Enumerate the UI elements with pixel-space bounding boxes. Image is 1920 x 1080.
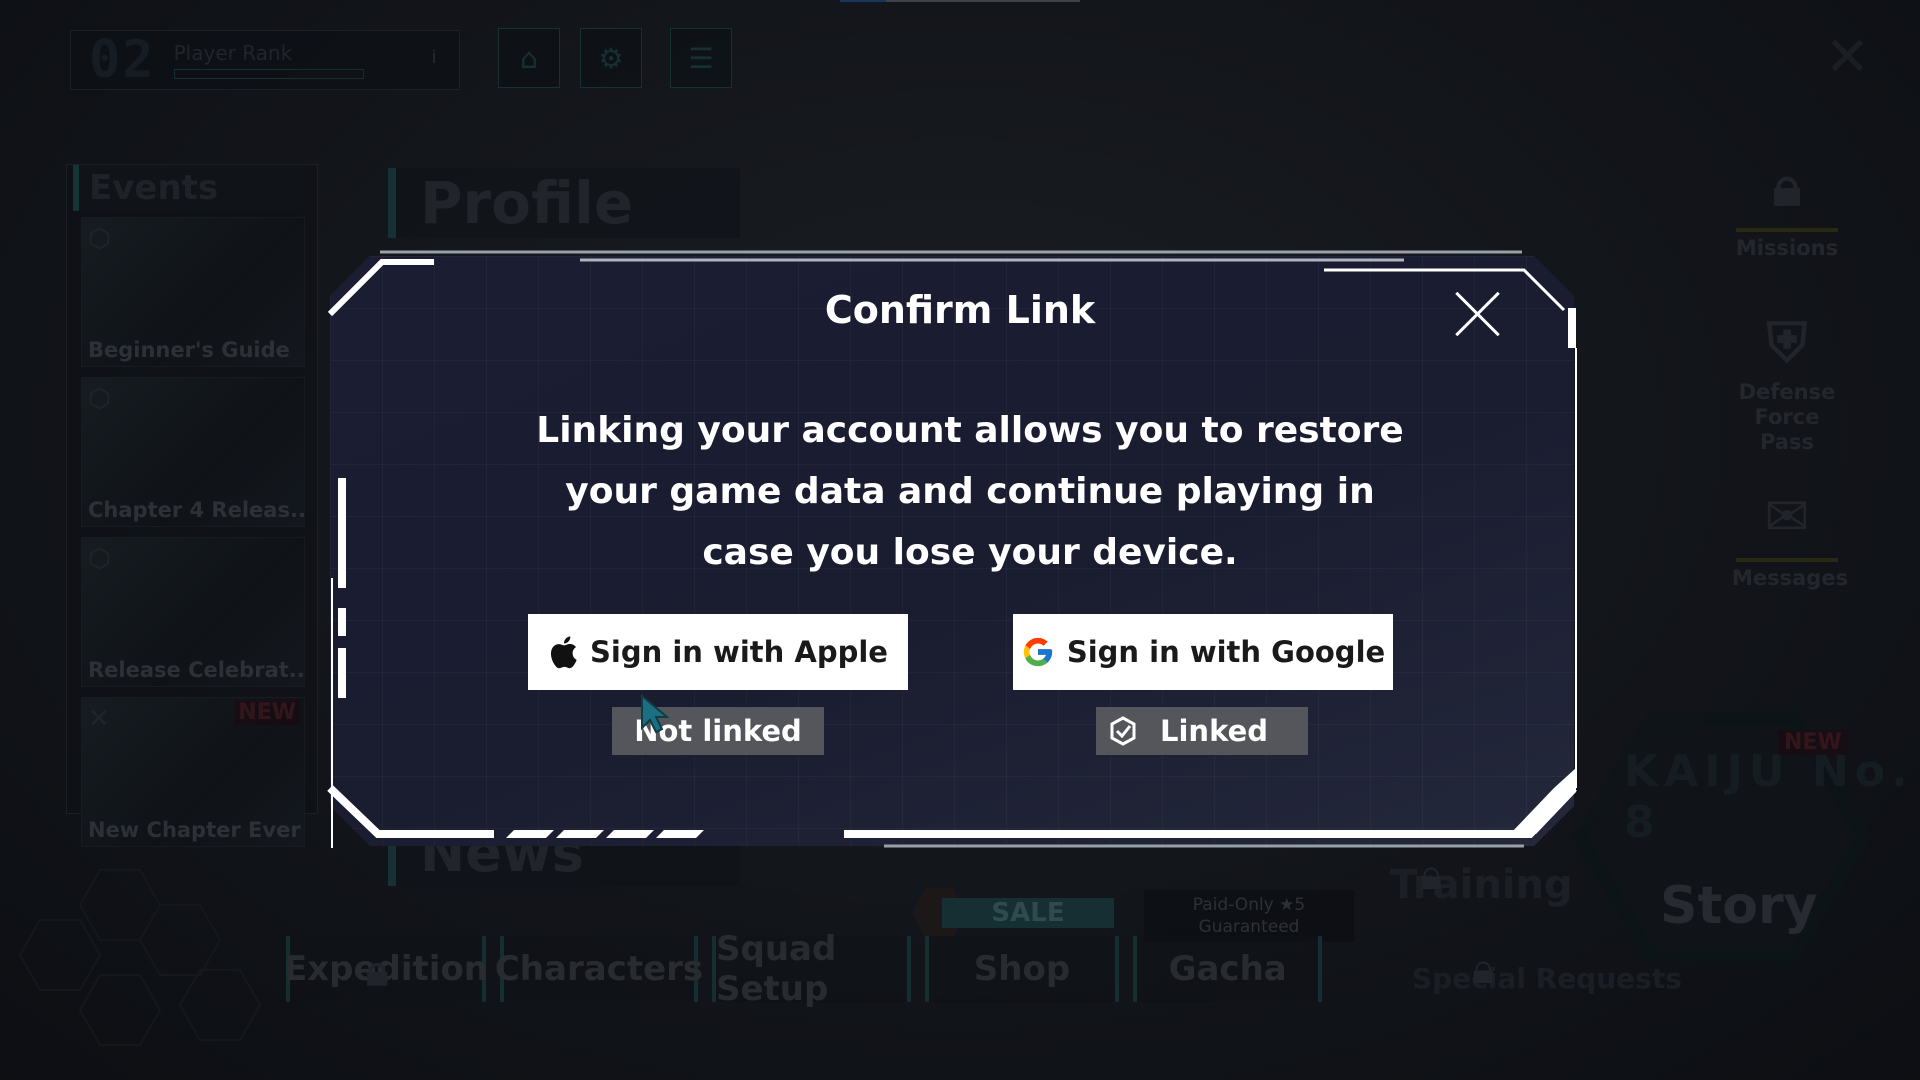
tab-profile[interactable]: Profile <box>388 168 740 238</box>
sidebar-label: Messages <box>1732 566 1849 590</box>
lock-icon: 🔒︎ <box>1772 155 1802 218</box>
nav-gacha[interactable]: Gacha <box>1133 936 1322 1002</box>
check-shield-icon <box>1110 716 1136 746</box>
hex-decoration <box>18 869 262 1046</box>
info-icon[interactable]: i <box>421 47 447 73</box>
mail-icon: ✉ <box>1764 485 1810 548</box>
crossed-swords-icon: ✕ <box>88 704 110 734</box>
events-panel: Events ⬡ Beginner's Guide ⬡ Chapter 4 Re… <box>66 164 318 847</box>
home-icon[interactable]: ⌂ <box>498 28 560 88</box>
cube-icon: ⬡ <box>88 224 111 254</box>
sign-in-apple-button[interactable]: Sign in with Apple <box>528 614 908 690</box>
sidebar-label: Missions <box>1735 236 1839 260</box>
sidebar-item-missions[interactable]: 🔒︎ Missions <box>1732 150 1842 261</box>
loading-progress-bar <box>840 0 1080 2</box>
event-card[interactable]: ⬡ Release Celebrat... <box>81 537 305 687</box>
apple-icon <box>548 635 578 669</box>
new-badge: NEW <box>1778 730 1848 755</box>
gear-icon[interactable]: ⚙ <box>580 28 642 88</box>
close-icon[interactable]: ✕ <box>1825 30 1870 84</box>
event-label: Beginner's Guide <box>88 338 290 362</box>
sidebar-item-messages[interactable]: ✉ Messages <box>1732 480 1849 591</box>
training-button[interactable]: Training <box>1390 862 1573 908</box>
google-link-status: Linked <box>1096 707 1308 755</box>
button-label: Sign in with Apple <box>590 635 888 669</box>
player-rank-number: 02 <box>89 30 156 90</box>
dialog-message: Linking your account allows you to resto… <box>536 410 1404 573</box>
nav-shop[interactable]: Shop <box>924 936 1120 1002</box>
rank-exp-bar <box>173 69 364 79</box>
player-rank-label: Player Rank <box>173 41 293 65</box>
special-requests-button[interactable]: Special Requests <box>1412 962 1682 995</box>
nav-squad-setup[interactable]: Squad Setup <box>712 929 911 1009</box>
new-badge: NEW <box>234 700 300 725</box>
event-card[interactable]: ⬡ Chapter 4 Releas... <box>81 377 305 527</box>
event-label: New Chapter Ever <box>88 818 301 842</box>
events-title: Events <box>73 165 303 211</box>
cursor-icon <box>641 694 670 734</box>
story-label: Story <box>1660 876 1818 936</box>
cube-icon: ⬡ <box>88 544 111 574</box>
event-label: Release Celebrat... <box>88 658 305 682</box>
lock-icon: 🔒︎ <box>1472 944 1495 993</box>
player-rank-box[interactable]: 02 Player Rank i <box>70 30 460 90</box>
kaiju-logo: KAIJU No. 8 <box>1624 746 1914 848</box>
lock-icon: 🔒︎ <box>366 946 389 995</box>
nav-characters[interactable]: Characters <box>495 936 703 1002</box>
cube-icon: ⬡ <box>88 384 111 414</box>
lock-icon: 🔒︎ <box>1420 850 1443 899</box>
event-label: Chapter 4 Releas... <box>88 498 305 522</box>
sign-in-google-button[interactable]: Sign in with Google <box>1013 614 1393 690</box>
event-card[interactable]: ✕ NEW New Chapter Ever <box>81 697 305 847</box>
sidebar-label: Defense Force Pass <box>1738 380 1836 454</box>
button-label: Sign in with Google <box>1066 635 1386 669</box>
bottom-nav: Expedition 🔒︎ Characters Squad Setup Sho… <box>284 929 1336 1009</box>
dialog-title: Confirm Link <box>824 288 1096 332</box>
sale-badge: SALE <box>942 898 1114 928</box>
google-icon <box>1021 635 1055 669</box>
menu-icon[interactable]: ☰ <box>670 28 732 88</box>
close-icon[interactable] <box>1454 290 1502 338</box>
